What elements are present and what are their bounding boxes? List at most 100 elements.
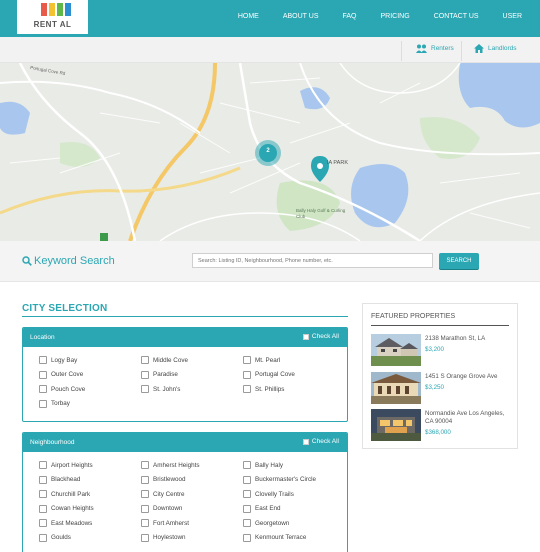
checkbox[interactable] <box>39 504 47 513</box>
checkbox[interactable] <box>39 370 47 379</box>
checkbox[interactable] <box>39 519 47 527</box>
checkbox-option[interactable]: Mt. Pearl <box>243 356 280 364</box>
nav-user[interactable]: USER <box>503 13 522 20</box>
checkbox-option[interactable]: Torbay <box>39 399 70 408</box>
checkbox-option[interactable]: Bally Haly <box>243 461 283 469</box>
checkbox-label: Bally Haly <box>255 461 283 469</box>
checkbox[interactable] <box>141 461 149 469</box>
checkbox-option[interactable]: Buckermaster's Circle <box>243 475 317 484</box>
location-panel-title: Location <box>30 334 55 341</box>
checkbox-label: Clovelly Trails <box>255 490 294 498</box>
landlords-button[interactable]: Landlords <box>474 44 517 53</box>
featured-property-item[interactable]: 1451 S Orange Grove Ave $3,250 <box>371 372 511 404</box>
checkbox[interactable] <box>243 461 251 469</box>
checkbox-option[interactable]: Outer Cove <box>39 370 84 379</box>
location-panel-header: Location Check All <box>23 328 347 347</box>
keyword-search-input[interactable] <box>192 253 433 268</box>
checkbox-label: Goulds <box>51 534 71 541</box>
location-check-all[interactable]: Check All <box>302 333 339 340</box>
nav-contact-us[interactable]: CONTACT US <box>434 13 479 20</box>
checkbox[interactable] <box>243 504 251 513</box>
checkbox[interactable] <box>243 370 251 379</box>
divider <box>461 41 462 61</box>
checkbox-option[interactable]: Bristlewood <box>141 475 186 484</box>
renters-button[interactable]: Renters <box>416 44 454 53</box>
checkbox[interactable] <box>39 461 47 469</box>
checkbox-option[interactable]: Fort Amherst <box>141 519 189 527</box>
checkbox[interactable] <box>243 519 251 527</box>
users-icon <box>416 44 427 53</box>
check-all-checkbox[interactable] <box>302 438 309 445</box>
checkbox[interactable] <box>39 356 47 364</box>
checkbox-option[interactable]: Georgetown <box>243 519 289 527</box>
checkbox-label: St. Phillips <box>255 385 285 393</box>
checkbox-label: Buckermaster's Circle <box>255 476 317 483</box>
check-all-label: Check All <box>311 333 339 340</box>
featured-property-item[interactable]: Normandie Ave Los Angeles, CA 90004 $368… <box>371 409 511 441</box>
checkbox[interactable] <box>39 533 47 542</box>
checkbox-option[interactable]: Cowan Heights <box>39 504 94 513</box>
property-address[interactable]: 1451 S Orange Grove Ave <box>425 373 511 381</box>
checkbox[interactable] <box>39 385 47 393</box>
checkbox-option[interactable]: Pouch Cove <box>39 385 85 393</box>
checkbox-option[interactable]: Goulds <box>39 533 71 542</box>
checkbox-label: Torbay <box>51 400 70 407</box>
checkbox-option[interactable]: St. John's <box>141 385 180 393</box>
checkbox-label: Georgetown <box>255 519 290 527</box>
featured-properties-title: FEATURED PROPERTIES <box>371 313 456 320</box>
checkbox[interactable] <box>141 533 149 542</box>
nav-pricing[interactable]: PRICING <box>381 13 410 20</box>
property-photo[interactable] <box>371 409 421 441</box>
featured-property-item[interactable]: 2138 Marathon St, LA $3,200 <box>371 334 511 366</box>
keyword-search-title: Keyword Search <box>22 255 115 267</box>
map-view[interactable]: 2 IA PARK Bally Haly Golf & Curling Club… <box>0 63 540 241</box>
checkbox-option[interactable]: Churchill Park <box>39 490 90 498</box>
nav-about-us[interactable]: ABOUT US <box>283 13 319 20</box>
checkbox[interactable] <box>141 385 149 393</box>
checkbox[interactable] <box>243 533 251 542</box>
checkbox[interactable] <box>141 504 149 513</box>
checkbox[interactable] <box>141 490 149 498</box>
checkbox-option[interactable]: St. Phillips <box>243 385 284 393</box>
checkbox[interactable] <box>141 356 149 364</box>
property-address[interactable]: 2138 Marathon St, LA <box>425 335 511 343</box>
checkbox-label: Portugal Cove <box>255 371 295 378</box>
check-all-checkbox[interactable] <box>302 333 309 340</box>
checkbox[interactable] <box>243 490 251 498</box>
checkbox-option[interactable]: Hoylestown <box>141 533 186 542</box>
checkbox-option[interactable]: Kenmount Terrace <box>243 533 306 542</box>
checkbox-option[interactable]: Amherst Heights <box>141 461 200 469</box>
checkbox-label: Outer Cove <box>51 371 84 378</box>
checkbox-option[interactable]: East End <box>243 504 281 513</box>
nav-home[interactable]: HOME <box>238 13 259 20</box>
checkbox[interactable] <box>141 475 149 484</box>
checkbox-option[interactable]: Downtown <box>141 504 182 513</box>
checkbox-option[interactable]: City Centre <box>141 490 185 498</box>
checkbox[interactable] <box>243 356 251 364</box>
checkbox[interactable] <box>39 475 47 484</box>
cluster-marker-count[interactable]: 2 <box>262 148 274 154</box>
property-address[interactable]: Normandie Ave Los Angeles, CA 90004 <box>425 410 511 426</box>
checkbox[interactable] <box>141 519 149 527</box>
checkbox-option[interactable]: Blackhead <box>39 475 81 484</box>
checkbox-option[interactable]: Clovelly Trails <box>243 490 294 498</box>
neighbourhood-check-all[interactable]: Check All <box>302 438 339 445</box>
checkbox-option[interactable]: Airport Heights <box>39 461 93 469</box>
property-photo[interactable] <box>371 372 421 404</box>
checkbox-option[interactable]: Middle Cove <box>141 356 188 364</box>
property-photo[interactable] <box>371 334 421 366</box>
checkbox-option[interactable]: Logy Bay <box>39 356 77 364</box>
nav-faq[interactable]: FAQ <box>343 13 357 20</box>
checkbox[interactable] <box>243 385 251 393</box>
checkbox-option[interactable]: Paradise <box>141 370 178 379</box>
logo[interactable]: RENT AL <box>17 0 88 34</box>
checkbox-label: Blackhead <box>51 476 81 483</box>
checkbox[interactable] <box>39 399 47 408</box>
checkbox[interactable] <box>243 475 251 484</box>
checkbox-option[interactable]: Portugal Cove <box>243 370 295 379</box>
checkbox[interactable] <box>141 370 149 379</box>
checkbox[interactable] <box>39 490 47 498</box>
checkbox-option[interactable]: East Meadows <box>39 519 92 527</box>
search-button[interactable]: SEARCH <box>439 253 479 269</box>
property-price: $3,250 <box>425 384 444 391</box>
